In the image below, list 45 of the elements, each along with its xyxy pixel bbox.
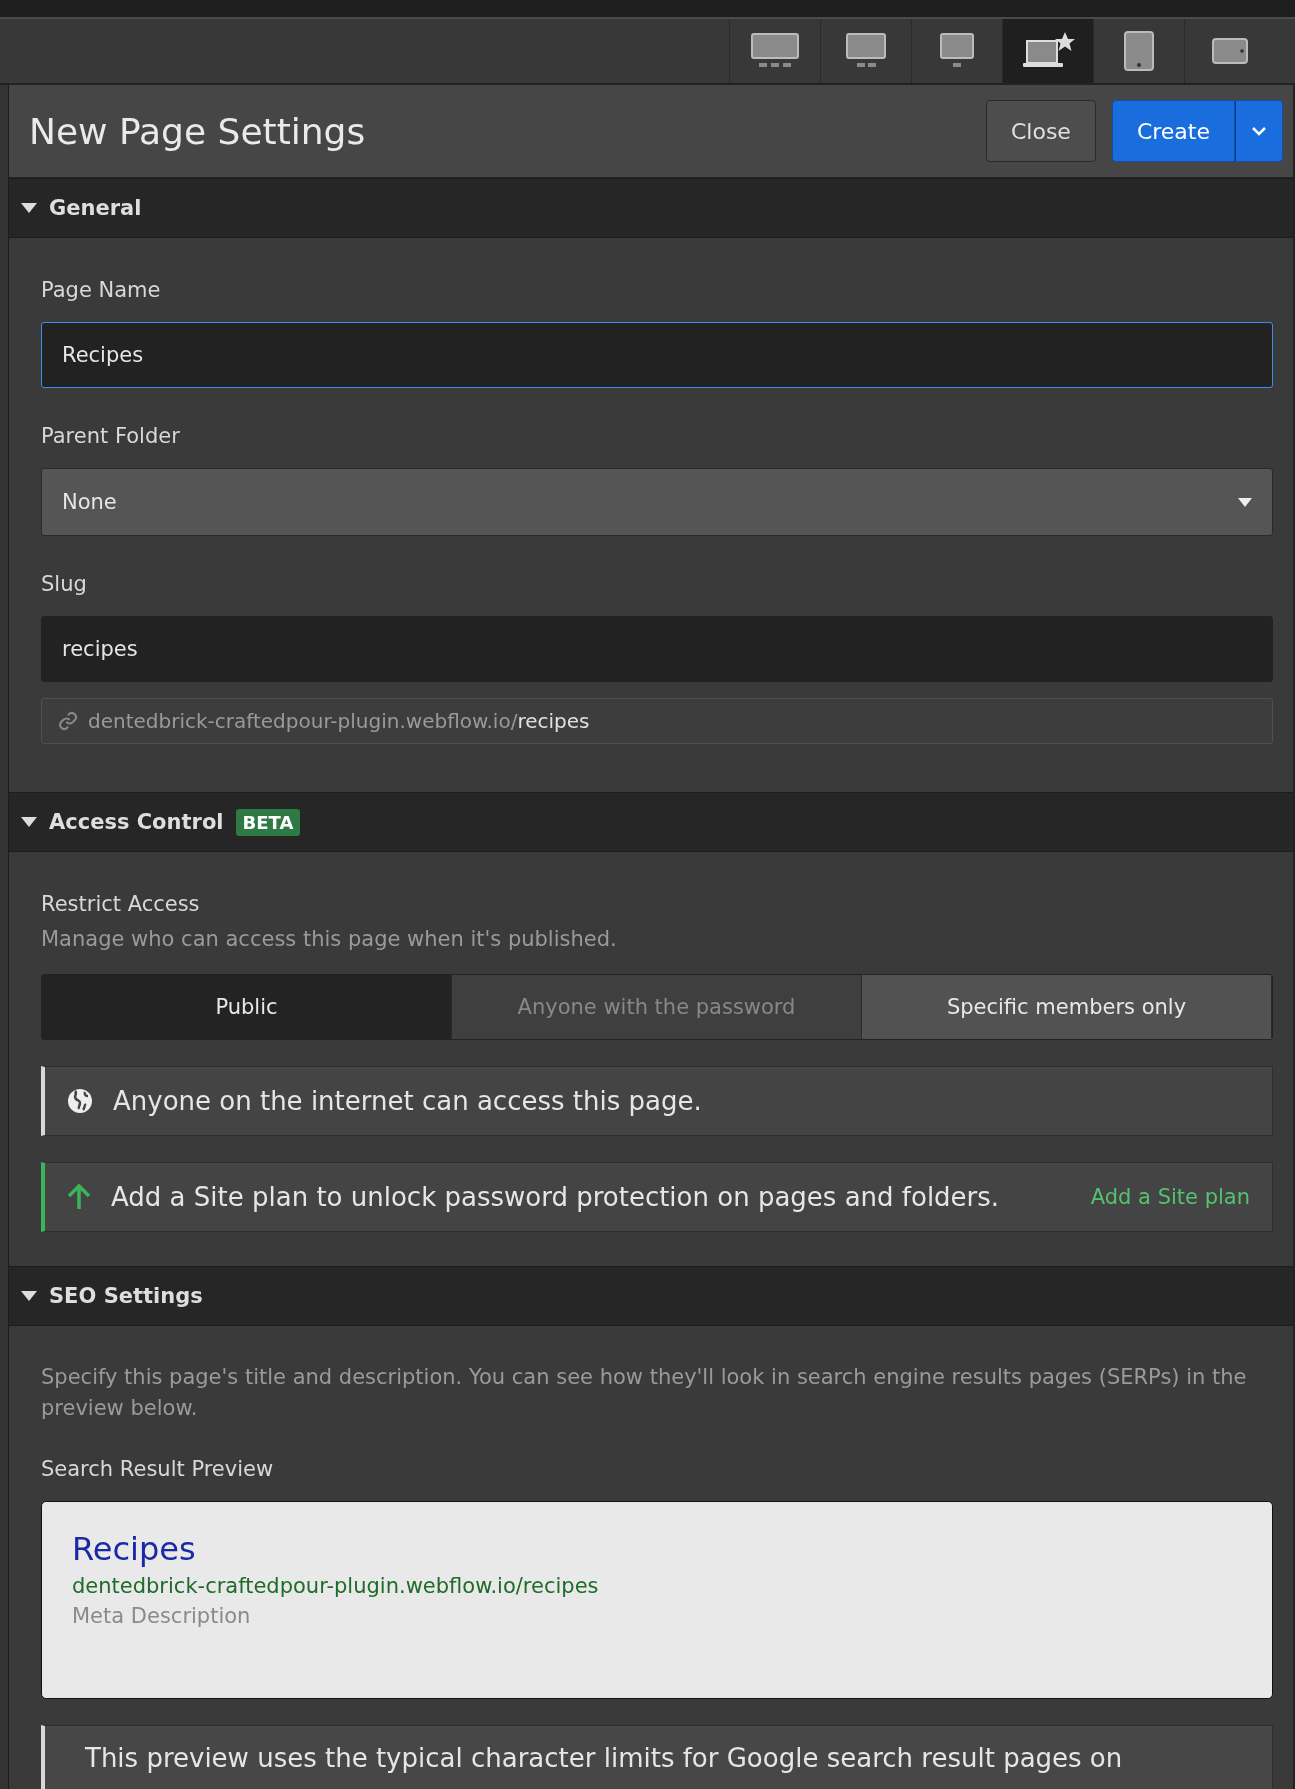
page-url: dentedbrick-craftedpour-plugin.webflow.io/recipes: [88, 709, 590, 733]
field-label: Parent Folder: [41, 424, 181, 448]
section-title: SEO Settings: [49, 1283, 203, 1308]
preview-title: Recipes: [72, 1529, 197, 1568]
notice-text: Anyone on the internet can access this page.: [113, 1085, 703, 1116]
section-title: General: [49, 196, 142, 220]
globe-icon: [67, 1087, 93, 1114]
arrow-up-icon: [67, 1183, 91, 1210]
tablet-landscape-icon: [1212, 38, 1248, 64]
page-name-input[interactable]: Recipes: [41, 322, 1273, 388]
desktop-icon: [751, 33, 799, 69]
field-label: Search Result Preview: [41, 1456, 275, 1481]
field-label: Slug: [41, 572, 88, 596]
dialog-title: New Page Settings: [29, 110, 367, 152]
collapse-triangle-icon: [21, 1289, 37, 1302]
section-header[interactable]: SEO Settings: [9, 1265, 1293, 1326]
parent-folder-select[interactable]: None: [41, 468, 1273, 536]
notice-text: Add a Site plan to unlock password protection on pages and folders.: [111, 1181, 1001, 1212]
field-description: Manage who can access this page when it's published.: [41, 926, 618, 953]
close-button[interactable]: Close: [985, 100, 1096, 162]
caret-icon: [1252, 126, 1266, 136]
tablet-icon: [1124, 31, 1154, 71]
collapse-triangle-icon: [21, 202, 37, 214]
access-option[interactable]: Public: [42, 974, 452, 1039]
create-button[interactable]: Create: [1111, 100, 1235, 162]
access-option[interactable]: Specific members only: [862, 974, 1272, 1039]
preview-url: dentedbrick-craftedpour-plugin.webflow.io/recipes: [72, 1573, 600, 1598]
slug-input[interactable]: recipes: [41, 616, 1273, 682]
desktop-icon: [846, 33, 886, 69]
dropdown-triangle-icon: [1238, 497, 1252, 507]
field-label: Restrict Access: [41, 892, 201, 916]
add-site-plan-link[interactable]: Add a Site plan: [1090, 1184, 1250, 1209]
preview-description: Meta Description: [72, 1603, 252, 1628]
link-icon: [58, 711, 78, 731]
create-options-button[interactable]: [1235, 100, 1283, 162]
section-header[interactable]: General: [9, 178, 1293, 238]
field-label: Page Name: [41, 278, 162, 302]
preview-note: This preview uses the typical character limits for Google search result pages on: [41, 1724, 1273, 1789]
section-description: Specify this page's title and description. You can see how they'll look in search engine results pages (SERPs) in the preview below.: [41, 1363, 1248, 1422]
section-title: Access Control: [49, 810, 224, 834]
desktop-icon: [940, 33, 974, 69]
beta-badge: BETA: [235, 808, 301, 836]
breakpoint-button[interactable]: [1002, 19, 1093, 83]
section-header[interactable]: Access Control BETA: [9, 792, 1293, 852]
collapse-triangle-icon: [21, 816, 37, 828]
